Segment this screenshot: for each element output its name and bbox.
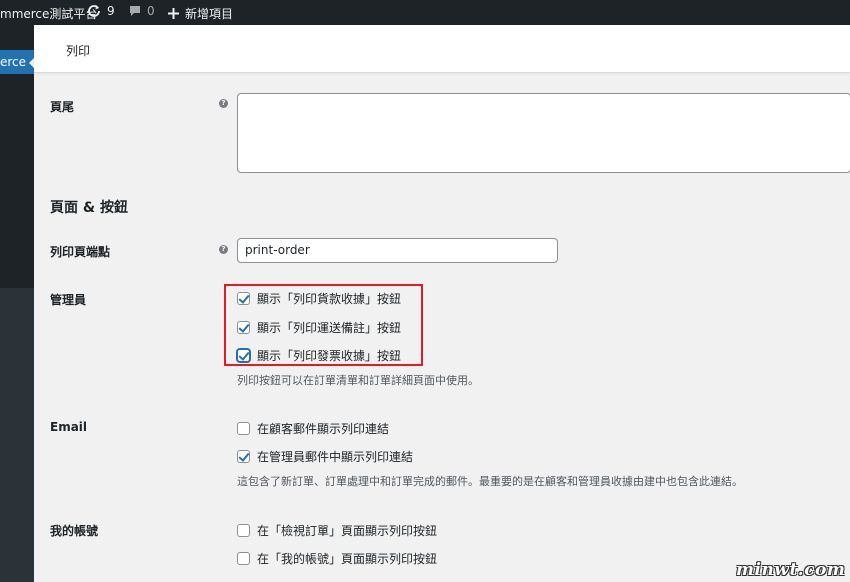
email-label: Email — [50, 420, 88, 434]
checkbox-label: 在「檢視訂單」頁面顯示列印按鈕 — [257, 524, 438, 538]
checkbox-label: 在管理員郵件中顯示列印連結 — [257, 450, 414, 464]
refresh-icon — [88, 5, 100, 17]
menu-item-label: erce — [0, 55, 27, 69]
section-title: 頁面 & 按鈕 — [50, 200, 128, 216]
admin-description: 列印按鈕可以在訂單清單和訂單詳細頁面中使用。 — [237, 374, 479, 387]
checkbox[interactable] — [237, 422, 250, 435]
checkbox[interactable] — [237, 552, 250, 565]
endpoint-label: 列印頁端點 — [50, 245, 111, 259]
footer-textarea[interactable] — [237, 93, 850, 173]
email-description: 這包含了新訂單、訂單處理中和訂單完成的郵件。最重要的是在顧客和管理員收據由建中也… — [237, 475, 743, 488]
checkbox-label: 在顧客郵件顯示列印連結 — [257, 422, 390, 436]
watermark: minwt.com — [736, 560, 846, 580]
help-icon[interactable]: ? — [219, 245, 228, 254]
help-icon[interactable]: ? — [219, 99, 228, 108]
highlight-box — [224, 284, 423, 366]
updates-link[interactable]: 9 — [87, 4, 115, 18]
site-name-link[interactable]: mmerce測試平台 — [0, 5, 97, 22]
page-header: 列印 — [34, 25, 850, 73]
admin-menu: erce — [0, 25, 35, 582]
page-title: 列印 — [66, 44, 91, 58]
admin-label: 管理員 — [50, 293, 87, 307]
comments-link[interactable]: 0 — [129, 4, 155, 18]
footer-label: 頁尾 — [50, 100, 75, 114]
account-option-row[interactable]: 在「檢視訂單」頁面顯示列印按鈕 — [237, 522, 437, 539]
endpoint-input[interactable]: print-order — [237, 238, 558, 263]
account-option-row[interactable]: 在「我的帳號」頁面顯示列印按鈕 — [237, 550, 437, 567]
checkbox-label: 在「我的帳號」頁面顯示列印按鈕 — [257, 552, 438, 566]
email-option-row[interactable]: 在管理員郵件中顯示列印連結 — [237, 448, 413, 465]
new-content-link[interactable]: 新增項目 — [168, 5, 233, 22]
comments-count: 0 — [147, 4, 155, 18]
new-content-label: 新增項目 — [185, 7, 234, 21]
plus-icon — [168, 8, 179, 19]
account-label: 我的帳號 — [50, 524, 99, 538]
admin-bar: mmerce測試平台 9 0 新增項目 — [0, 0, 850, 25]
updates-count: 9 — [107, 4, 115, 18]
comment-icon — [130, 6, 140, 16]
email-option-row[interactable]: 在顧客郵件顯示列印連結 — [237, 420, 389, 437]
checkbox[interactable] — [237, 524, 250, 537]
checkbox[interactable] — [237, 450, 250, 463]
